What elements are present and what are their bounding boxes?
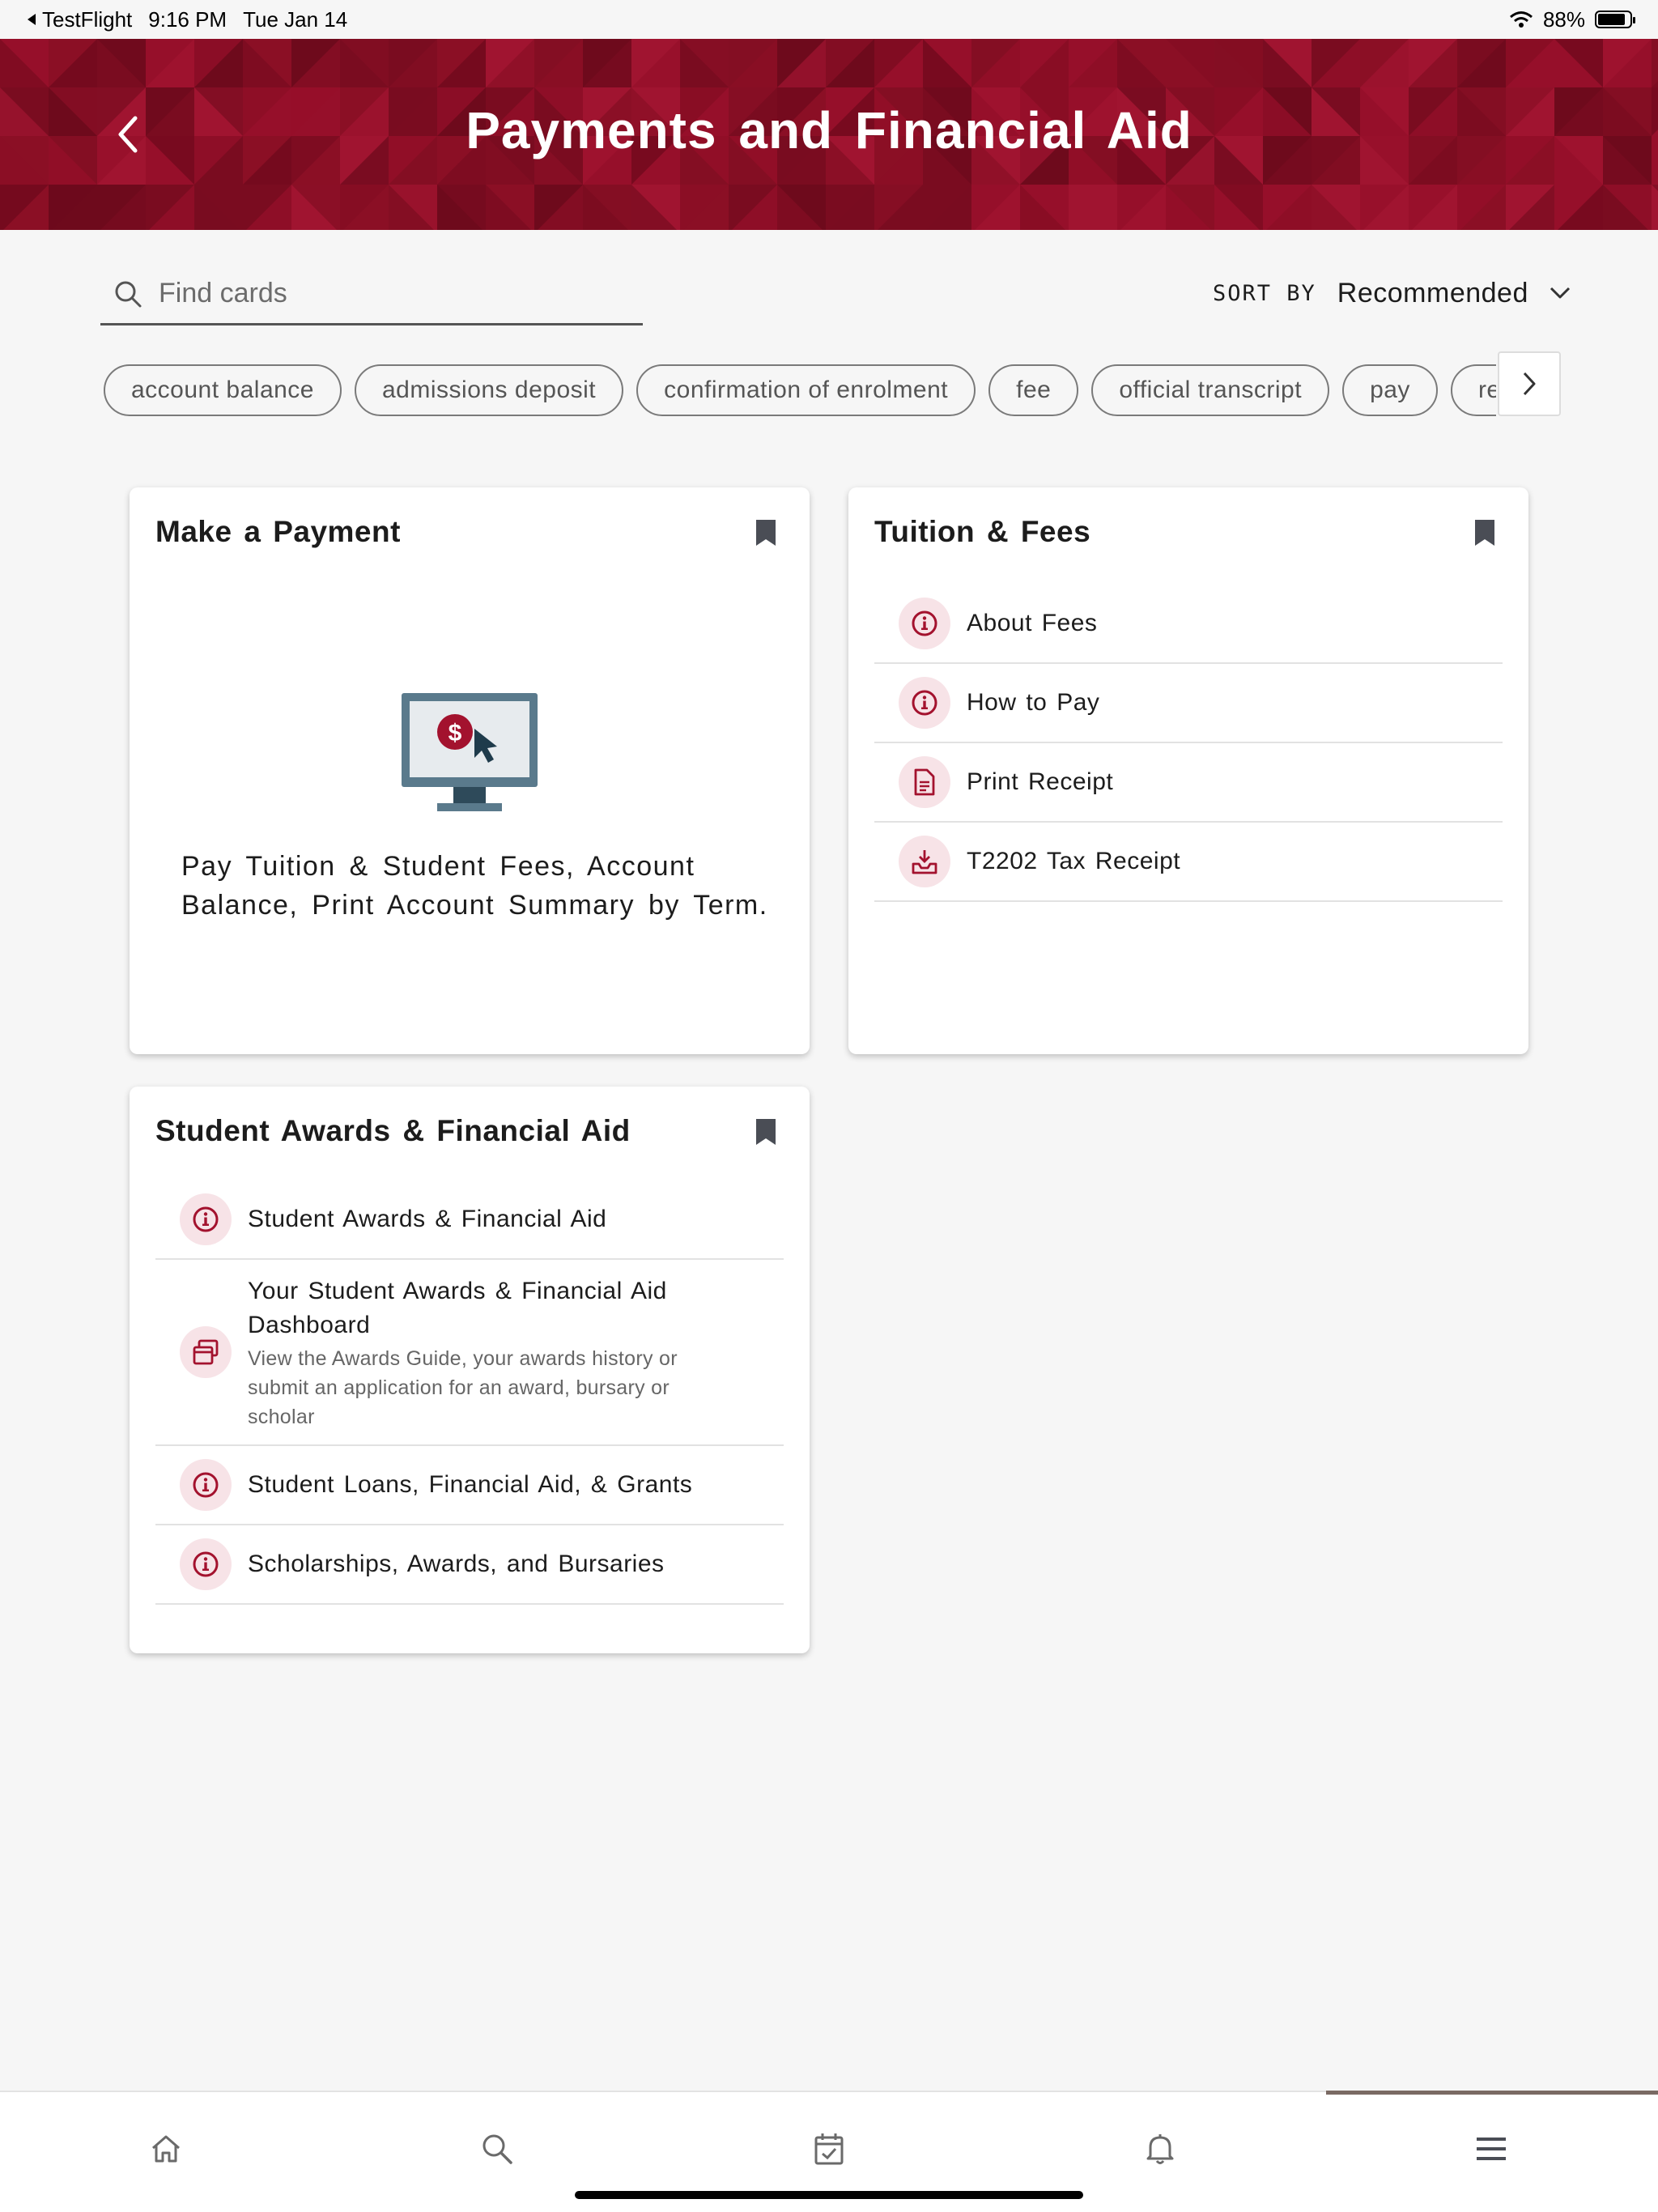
tab-menu[interactable] — [1467, 2125, 1516, 2173]
chevron-down-icon — [1550, 287, 1570, 299]
status-time: 9:16 PM — [148, 6, 227, 32]
page-header: Payments and Financial Aid — [0, 39, 1658, 230]
link-t2202-tax-receipt[interactable]: T2202 Tax Receipt — [874, 823, 1503, 902]
bell-icon — [1146, 2134, 1174, 2164]
tab-calendar[interactable] — [805, 2125, 853, 2173]
chevron-right-icon — [1523, 372, 1536, 396]
sort-value: Recommended — [1337, 277, 1528, 308]
search-placeholder: Find cards — [159, 278, 287, 308]
status-date: Tue Jan 14 — [243, 6, 348, 32]
link-label: How to Pay — [967, 689, 1100, 716]
tab-notifications[interactable] — [1136, 2125, 1184, 2173]
link-how-to-pay[interactable]: How to Pay — [874, 664, 1503, 743]
back-app-label: TestFlight — [42, 6, 133, 32]
status-bar: TestFlight 9:16 PM Tue Jan 14 88% — [0, 0, 1658, 39]
windows-icon — [180, 1326, 232, 1378]
home-icon — [152, 2135, 180, 2163]
wifi-icon — [1509, 11, 1533, 28]
link-label: Scholarships, Awards, and Bursaries — [248, 1551, 665, 1577]
monitor-dollar-cursor-icon: $ — [402, 693, 538, 811]
link-scholarships[interactable]: Scholarships, Awards, and Bursaries — [155, 1525, 784, 1605]
bookmark-icon[interactable] — [755, 1117, 777, 1146]
search-icon — [483, 2134, 512, 2164]
download-tray-icon — [899, 836, 950, 887]
link-about-fees[interactable]: About Fees — [874, 585, 1503, 664]
tab-home[interactable] — [142, 2125, 190, 2173]
back-triangle-icon — [28, 14, 36, 25]
info-icon — [899, 677, 950, 729]
active-tab-indicator — [1326, 2091, 1658, 2095]
info-icon — [180, 1538, 232, 1590]
link-awards-dashboard[interactable]: Your Student Awards & Financial Aid Dash… — [155, 1260, 784, 1446]
chip-official-transcript[interactable]: official transcript — [1091, 364, 1330, 416]
card-description: Pay Tuition & Student Fees, Account Bala… — [181, 851, 768, 921]
awards-link-list: Student Awards & Financial Aid Your Stud… — [155, 1180, 784, 1605]
sort-dropdown[interactable]: SORT BY Recommended — [1213, 270, 1571, 316]
document-icon — [899, 756, 950, 808]
filter-chips: account balance admissions deposit confi… — [104, 364, 1496, 418]
card-title: Tuition & Fees — [874, 515, 1091, 548]
home-indicator — [575, 2191, 1083, 2199]
link-print-receipt[interactable]: Print Receipt — [874, 743, 1503, 823]
info-icon — [899, 598, 950, 649]
chips-scroll-right-button[interactable] — [1498, 351, 1561, 416]
card-title: Student Awards & Financial Aid — [155, 1114, 631, 1147]
chip-pay[interactable]: pay — [1342, 364, 1438, 416]
link-label: Student Loans, Financial Aid, & Grants — [248, 1471, 693, 1498]
search-input[interactable]: Find cards — [100, 264, 643, 325]
bookmark-icon[interactable] — [1473, 518, 1496, 547]
link-label: Your Student Awards & Financial Aid Dash… — [248, 1278, 667, 1338]
link-label: Print Receipt — [967, 768, 1114, 795]
chip-confirmation-of-enrolment[interactable]: confirmation of enrolment — [636, 364, 976, 416]
chip-fee[interactable]: fee — [988, 364, 1079, 416]
svg-text:$: $ — [449, 720, 462, 747]
search-icon — [115, 281, 142, 307]
card-tuition-fees: Tuition & Fees About Fees How to Pay Pri… — [848, 487, 1528, 1054]
link-label: About Fees — [967, 610, 1098, 636]
link-student-loans[interactable]: Student Loans, Financial Aid, & Grants — [155, 1446, 784, 1525]
card-make-a-payment[interactable]: Make a Payment $ Pay Tuition & Student F… — [130, 487, 810, 1054]
link-label: T2202 Tax Receipt — [967, 848, 1181, 874]
chip-account-balance[interactable]: account balance — [104, 364, 342, 416]
chip-reg[interactable]: reg — [1450, 364, 1496, 416]
battery-percent: 88% — [1542, 6, 1585, 32]
back-to-app-link[interactable]: TestFlight — [26, 7, 132, 32]
battery-icon — [1595, 11, 1635, 28]
tab-search[interactable] — [473, 2125, 521, 2173]
link-label: Student Awards & Financial Aid — [248, 1206, 607, 1232]
link-description: View the Awards Guide, your awards histo… — [248, 1347, 678, 1428]
card-title: Make a Payment — [155, 515, 401, 548]
menu-icon — [1477, 2138, 1506, 2160]
page-title: Payments and Financial Aid — [466, 101, 1192, 160]
bookmark-icon[interactable] — [755, 518, 777, 547]
calendar-check-icon — [814, 2133, 844, 2165]
info-icon — [180, 1459, 232, 1511]
sort-label: SORT BY — [1213, 280, 1316, 306]
link-student-awards-financial-aid[interactable]: Student Awards & Financial Aid — [155, 1180, 784, 1260]
info-icon — [180, 1193, 232, 1245]
tuition-link-list: About Fees How to Pay Print Receipt T220… — [874, 585, 1503, 902]
card-student-awards: Student Awards & Financial Aid Student A… — [130, 1087, 810, 1653]
chip-admissions-deposit[interactable]: admissions deposit — [355, 364, 624, 416]
